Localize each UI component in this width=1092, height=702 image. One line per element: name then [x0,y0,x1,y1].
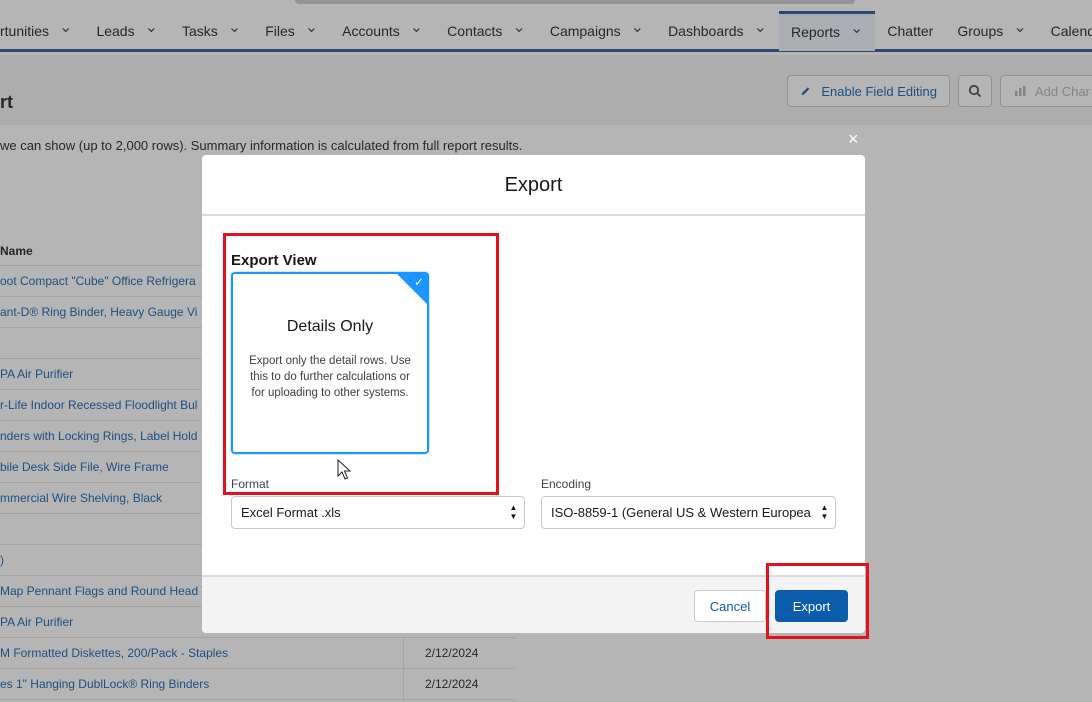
highlight-box-export-button [766,563,869,639]
highlight-box-export-view [223,233,499,495]
encoding-select[interactable]: ISO-8859-1 (General US & Western Europea… [541,496,836,529]
cancel-button[interactable]: Cancel [694,590,766,622]
encoding-label: Encoding [541,477,592,491]
select-arrows-icon: ▲ ▼ [820,503,829,521]
modal-title: Export [202,155,865,216]
select-arrows-icon: ▲ ▼ [509,503,518,521]
close-icon[interactable]: × [848,129,859,150]
format-value: Excel Format .xls [241,505,341,520]
format-select[interactable]: Excel Format .xls ▲ ▼ [231,496,525,529]
mouse-cursor-icon [337,459,352,480]
encoding-value: ISO-8859-1 (General US & Western Europea [551,505,811,520]
